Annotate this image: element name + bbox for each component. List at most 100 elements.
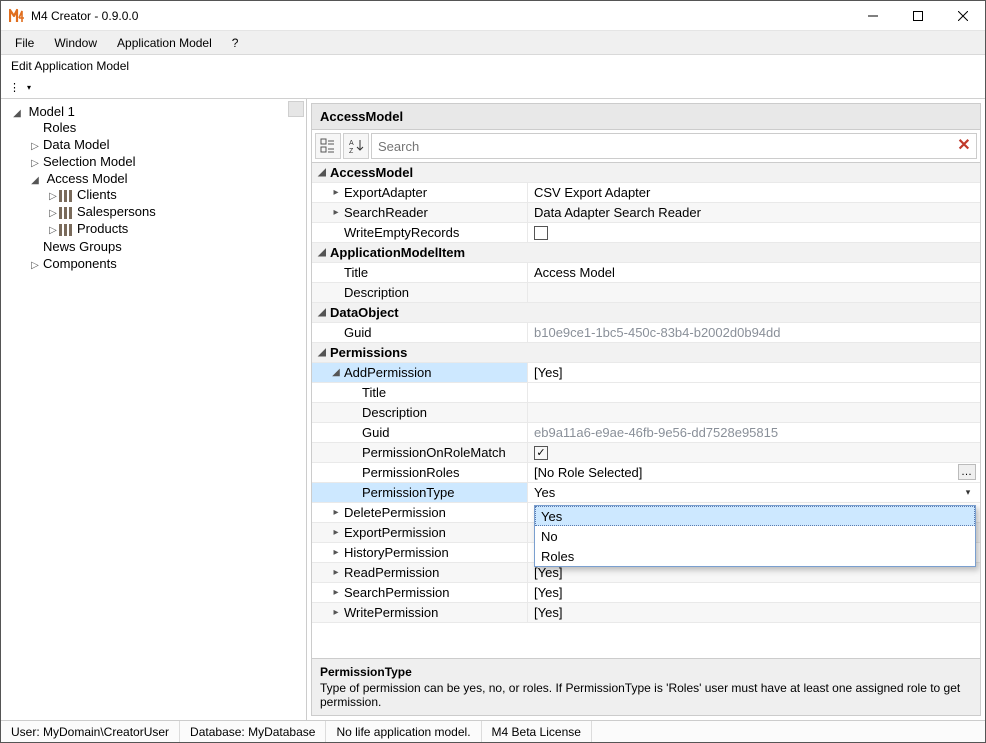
expand-icon[interactable]: ▸ [330,587,342,598]
collapse-icon[interactable]: ◢ [330,367,342,378]
menu-application-model[interactable]: Application Model [109,34,220,52]
tree-node-salespersons[interactable]: ▷Salespersons [47,203,302,220]
property-row-writepermission[interactable]: ▸WritePermission[Yes] [312,603,980,623]
expand-icon[interactable]: ▸ [330,527,342,538]
ellipsis-button[interactable]: … [958,464,976,480]
property-row-writeempty[interactable]: ·WriteEmptyRecords [312,223,980,243]
prop-value[interactable]: [Yes] [528,583,980,602]
dropdown-arrow-icon[interactable]: ▾ [960,483,976,501]
property-row-title[interactable]: ·TitleAccess Model [312,263,980,283]
property-row-exportadapter[interactable]: ▸ExportAdapterCSV Export Adapter [312,183,980,203]
tree-node-products[interactable]: ▷Products [47,220,302,237]
app-logo-icon [9,8,25,24]
expand-icon[interactable]: ▸ [330,567,342,578]
prop-value[interactable] [528,403,980,422]
category-label: Permissions [330,345,407,360]
alpha-sort-button[interactable]: AZ [343,133,369,159]
property-grid: ◢AccessModel ▸ExportAdapterCSV Export Ad… [311,163,981,658]
collapse-icon[interactable]: ◢ [316,347,328,358]
property-row-add-title[interactable]: ·Title [312,383,980,403]
body-split: ◢ Model 1 ·Roles ▷Data Model ▷Selection … [1,99,985,720]
category-row[interactable]: ◢AccessModel [312,163,980,183]
dropdown-option-roles[interactable]: Roles [535,546,975,566]
expand-icon[interactable]: ▸ [330,207,342,218]
collapse-icon[interactable]: ◢ [316,167,328,178]
tree-node-news-groups[interactable]: ·News Groups [29,238,302,255]
toolbar-grip-icon: ⋮ [9,81,21,94]
prop-label: ExportPermission [344,525,446,540]
menu-help[interactable]: ? [224,34,247,52]
expand-icon[interactable]: ▸ [330,547,342,558]
tree-node-model[interactable]: ◢ Model 1 ·Roles ▷Data Model ▷Selection … [11,103,302,273]
prop-value[interactable]: Access Model [528,263,980,282]
tree-node-access-model[interactable]: ◢ Access Model ▷Clients ▷Salespersons ▷P… [29,170,302,238]
prop-value[interactable]: CSV Export Adapter [528,183,980,202]
prop-value[interactable]: [Yes] [528,603,980,622]
clear-search-icon[interactable]: ✕ [955,136,973,154]
expand-icon[interactable]: ▸ [330,187,342,198]
tree-node-roles[interactable]: ·Roles [29,119,302,136]
expand-icon[interactable]: ▷ [47,208,59,219]
property-row-perm-roles[interactable]: ·PermissionRoles[No Role Selected]… [312,463,980,483]
prop-value[interactable] [528,223,980,242]
menu-window[interactable]: Window [46,34,105,52]
collapse-icon[interactable]: ◢ [11,108,23,119]
permission-type-dropdown[interactable]: Yes No Roles [534,505,976,567]
expand-icon[interactable]: ▸ [330,607,342,618]
tree-scroll[interactable]: ◢ Model 1 ·Roles ▷Data Model ▷Selection … [1,99,306,720]
minimize-button[interactable] [850,1,895,31]
dropdown-option-no[interactable]: No [535,526,975,546]
entity-icon [59,190,73,202]
expand-icon[interactable]: ▷ [47,225,59,236]
property-row-searchpermission[interactable]: ▸SearchPermission[Yes] [312,583,980,603]
toolbar-dropdown-icon[interactable]: ▾ [27,83,31,92]
expand-icon[interactable]: ▷ [29,158,41,169]
prop-value[interactable]: Yes▾ [528,483,980,502]
property-row-add-description[interactable]: ·Description [312,403,980,423]
category-row[interactable]: ◢Permissions [312,343,980,363]
expand-icon[interactable]: ▸ [330,507,342,518]
tree-node-data-model[interactable]: ▷Data Model [29,136,302,153]
close-button[interactable] [940,1,985,31]
menu-file[interactable]: File [7,34,42,52]
tree-node-components[interactable]: ▷Components [29,255,302,272]
property-row-guid[interactable]: ·Guidb10e9ce1-1bc5-450c-83b4-b2002d0b94d… [312,323,980,343]
dropdown-option-yes[interactable]: Yes [535,506,975,526]
prop-value[interactable]: [No Role Selected]… [528,463,980,482]
tree-node-selection-model[interactable]: ▷Selection Model [29,153,302,170]
property-search: ✕ [371,133,977,159]
prop-value[interactable] [528,283,980,302]
search-input[interactable] [371,133,977,159]
status-database: Database: MyDatabase [180,721,326,742]
category-label: AccessModel [330,165,413,180]
collapse-icon[interactable]: ◢ [316,247,328,258]
prop-value[interactable]: ✓ [528,443,980,462]
checkbox-icon[interactable] [534,226,548,240]
property-row-searchreader[interactable]: ▸SearchReaderData Adapter Search Reader [312,203,980,223]
category-row[interactable]: ◢ApplicationModelItem [312,243,980,263]
expand-icon[interactable]: ▷ [47,191,59,202]
collapse-icon[interactable]: ◢ [29,175,41,186]
property-row-add-guid[interactable]: ·Guideb9a11a6-e9ae-46fb-9e56-dd7528e9581… [312,423,980,443]
category-row[interactable]: ◢DataObject [312,303,980,323]
category-label: ApplicationModelItem [330,245,465,260]
maximize-button[interactable] [895,1,940,31]
entity-icon [59,224,73,236]
expand-icon[interactable]: ▷ [29,260,41,271]
tree-node-clients[interactable]: ▷Clients [47,186,302,203]
prop-value[interactable]: [Yes] [528,363,980,382]
expand-icon[interactable]: ▷ [29,141,41,152]
property-pane: AccessModel AZ ✕ ◢AccessModel ▸ExportAda… [307,99,985,720]
prop-label: WriteEmptyRecords [344,225,459,240]
prop-value[interactable]: Data Adapter Search Reader [528,203,980,222]
scrollbar-stub-icon[interactable] [288,101,304,117]
tree-label: Components [41,256,119,271]
property-row-perm-on-role[interactable]: ·PermissionOnRoleMatch✓ [312,443,980,463]
checkbox-checked-icon[interactable]: ✓ [534,446,548,460]
property-row-addpermission[interactable]: ◢AddPermission[Yes] [312,363,980,383]
property-row-perm-type[interactable]: ·PermissionTypeYes▾ [312,483,980,503]
property-row-description[interactable]: ·Description [312,283,980,303]
prop-value[interactable] [528,383,980,402]
categorized-button[interactable] [315,133,341,159]
collapse-icon[interactable]: ◢ [316,307,328,318]
